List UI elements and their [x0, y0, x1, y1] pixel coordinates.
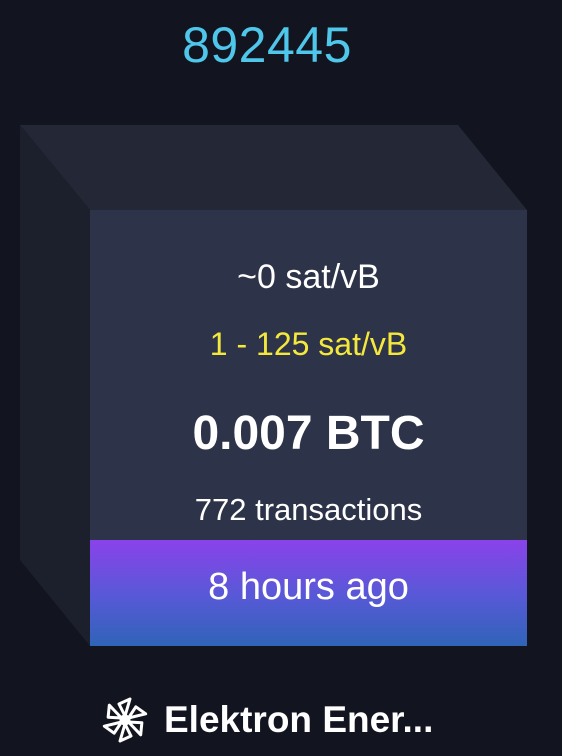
mining-pool-name: Elektron Ener...: [164, 699, 434, 740]
total-fees: 0.007 BTC: [192, 407, 425, 460]
median-fee: ~0 sat/vB: [237, 258, 380, 296]
cube-side-face: [20, 125, 90, 646]
time-ago: 8 hours ago: [208, 566, 409, 608]
fee-span: 1 - 125 sat/vB: [209, 326, 408, 362]
time-ago-bar: 8 hours ago: [90, 540, 527, 646]
transaction-count: 772 transactions: [194, 492, 423, 527]
pinwheel-icon: [102, 697, 148, 743]
cube-top-face: [20, 125, 527, 210]
mining-pool-link[interactable]: Elektron Ener...: [100, 690, 433, 750]
block-view: 892445 ~0 sat/vB 1 - 125 sat/vB 0.007 BT…: [0, 0, 562, 756]
